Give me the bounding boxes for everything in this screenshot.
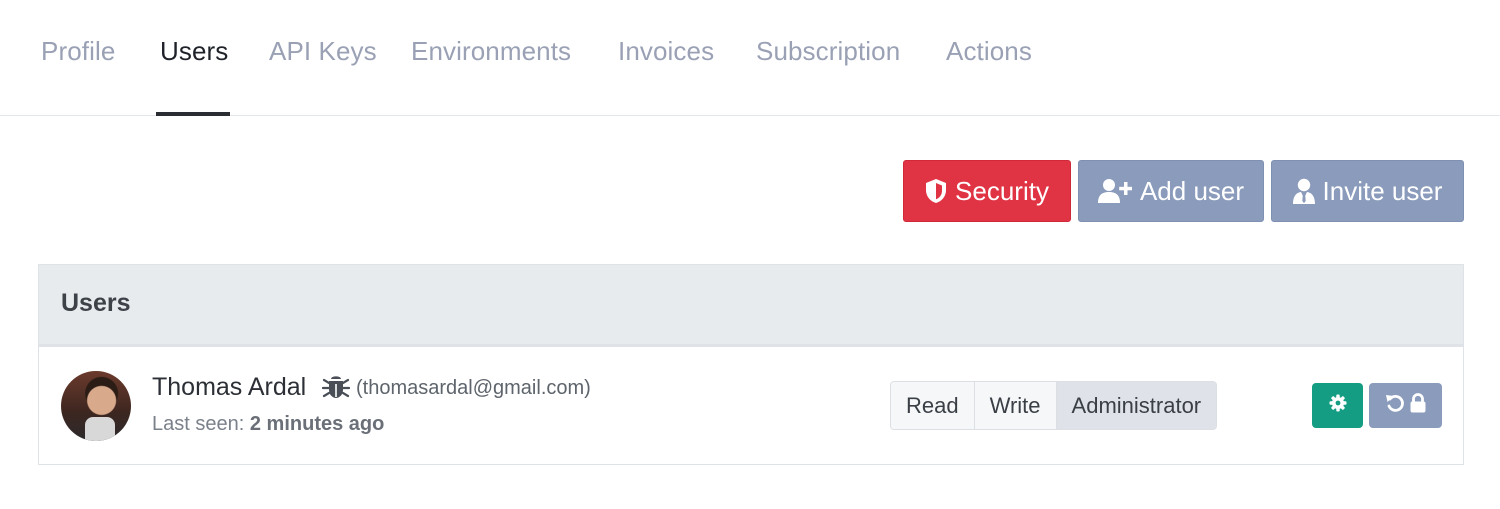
role-selector: Read Write Administrator xyxy=(890,381,1218,430)
user-plus-icon xyxy=(1097,178,1132,204)
invite-user-button[interactable]: Invite user xyxy=(1271,160,1464,222)
user-email: (thomasardal@gmail.com) xyxy=(356,377,591,399)
user-settings-button[interactable] xyxy=(1312,383,1363,428)
add-user-button[interactable]: Add user xyxy=(1078,160,1264,222)
users-card: Users Thomas Ardal (thomasardal@gmail.co… xyxy=(38,264,1464,465)
add-user-label: Add user xyxy=(1139,175,1245,206)
tab-invoices[interactable]: Invoices xyxy=(618,36,714,67)
cog-icon xyxy=(1329,394,1347,417)
tab-actions[interactable]: Actions xyxy=(946,36,1032,67)
tab-profile[interactable]: Profile xyxy=(41,36,115,67)
avatar xyxy=(61,371,131,441)
active-tab-indicator xyxy=(156,112,230,116)
tab-api-keys[interactable]: API Keys xyxy=(269,36,377,67)
invite-user-label: Invite user xyxy=(1322,175,1443,206)
tab-environments[interactable]: Environments xyxy=(411,36,571,67)
role-read-button[interactable]: Read xyxy=(891,382,975,429)
last-seen-value: 2 minutes ago xyxy=(249,413,385,435)
security-label: Security xyxy=(955,175,1049,206)
last-seen: Last seen: 2 minutes ago xyxy=(152,413,384,436)
lock-icon xyxy=(1409,393,1427,418)
bug-icon xyxy=(321,373,351,404)
users-card-header: Users xyxy=(39,265,1463,347)
undo-icon xyxy=(1385,393,1405,418)
settings-tabs: Profile Users API Keys Environments Invo… xyxy=(0,0,1500,116)
user-tie-icon xyxy=(1292,178,1315,204)
tab-subscription[interactable]: Subscription xyxy=(756,36,900,67)
reset-password-button[interactable] xyxy=(1369,383,1442,428)
user-name: Thomas Ardal xyxy=(152,373,307,401)
security-button[interactable]: Security xyxy=(903,160,1071,222)
last-seen-label: Last seen: xyxy=(152,413,245,435)
shield-icon xyxy=(925,178,947,204)
role-write-button[interactable]: Write xyxy=(974,382,1057,429)
tab-users[interactable]: Users xyxy=(160,36,228,67)
users-card-title: Users xyxy=(61,289,131,317)
role-administrator-button[interactable]: Administrator xyxy=(1056,382,1217,429)
